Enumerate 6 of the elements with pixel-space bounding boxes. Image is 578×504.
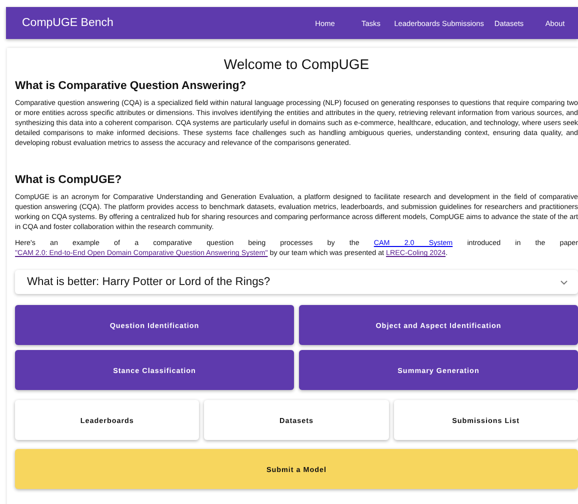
section-heading: What is CompUGE? bbox=[15, 174, 123, 186]
brand-title[interactable]: CompUGE Bench bbox=[22, 17, 302, 29]
chevron-icon bbox=[560, 280, 568, 284]
accordion-header[interactable]: What is better: Harry Potter or Lord of the Rings? bbox=[15, 270, 578, 294]
page-title: Welcome to CompUGE bbox=[222, 56, 370, 72]
section-heading: What is Comparative Question Answering? bbox=[15, 80, 248, 92]
